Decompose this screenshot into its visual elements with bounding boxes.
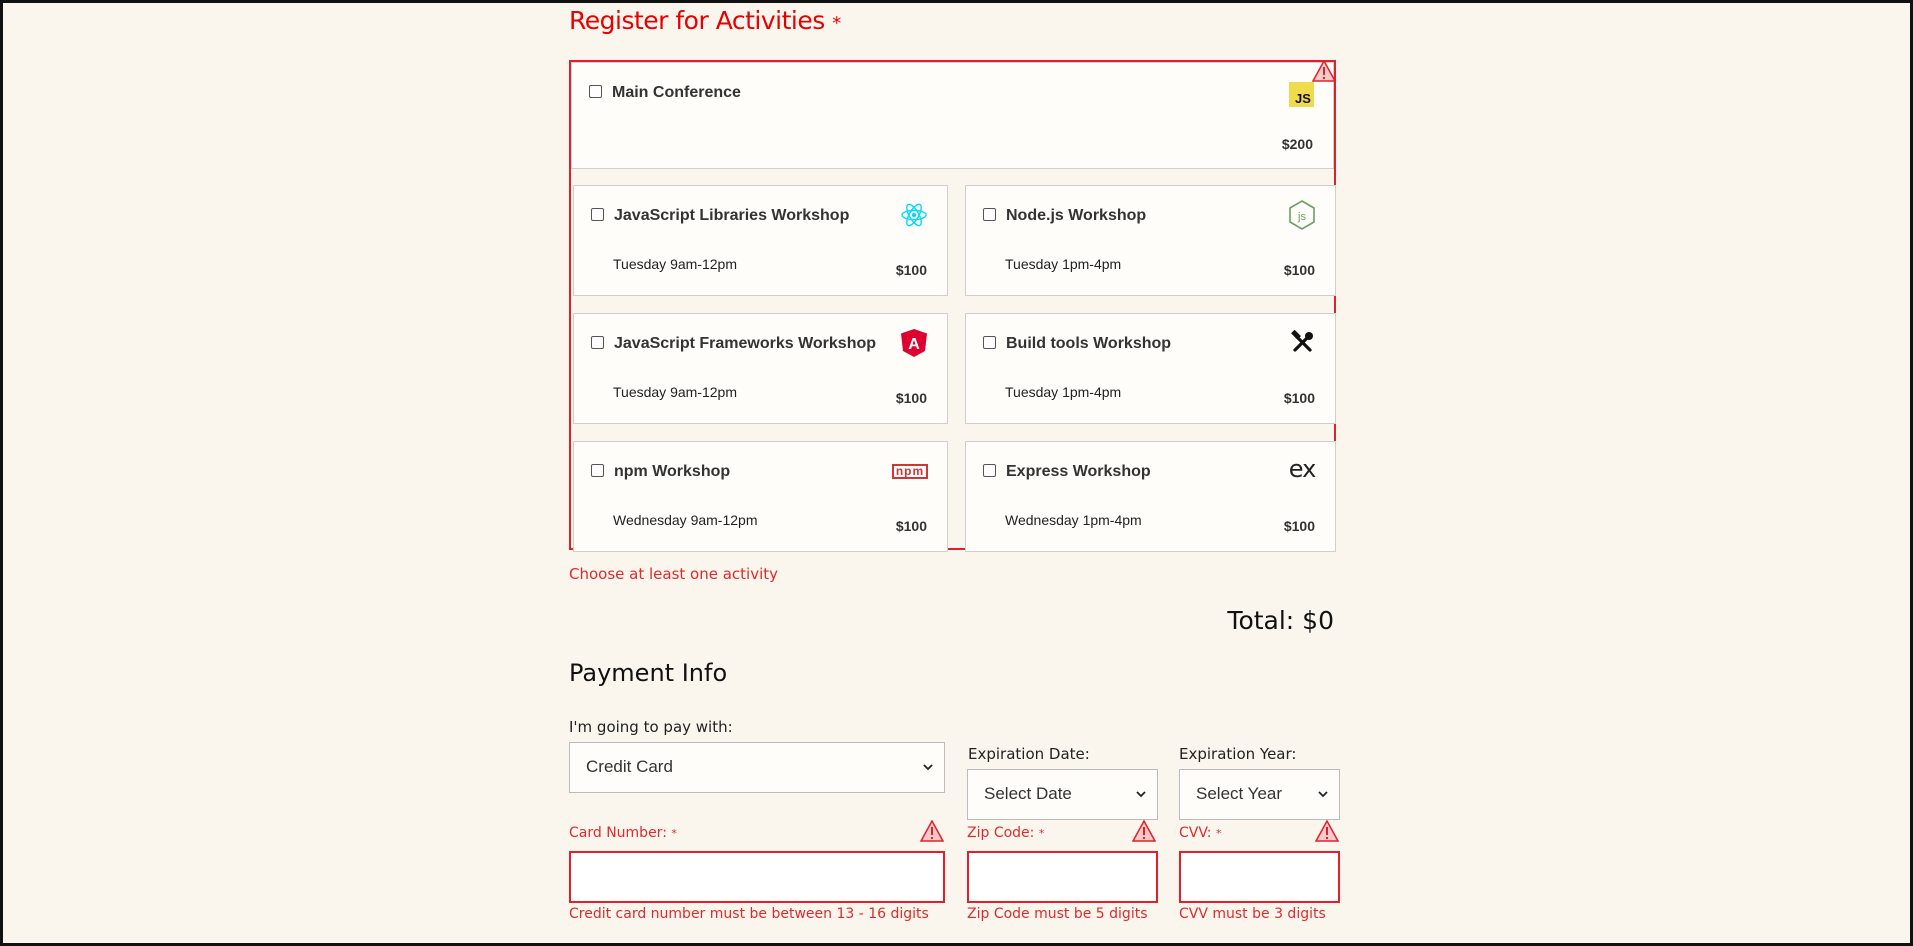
react-icon [899, 200, 929, 230]
angular-icon: A [899, 328, 929, 358]
warning-icon [920, 820, 944, 842]
activity-time: Tuesday 1pm-4pm [1005, 256, 1122, 272]
activity-checkbox[interactable] [983, 464, 996, 477]
activity-checkbox[interactable] [591, 208, 604, 221]
card-number-label: Card Number: * [569, 825, 677, 841]
tools-icon [1287, 328, 1317, 358]
warning-icon [1315, 820, 1339, 842]
activity-javascript-frameworks[interactable]: JavaScript Frameworks Workshop Tuesday 9… [573, 313, 948, 424]
activity-main-conference[interactable]: Main Conference $200 JS [571, 62, 1334, 169]
activity-time: Tuesday 9am-12pm [613, 256, 737, 272]
payment-method-value: Credit Card [586, 757, 673, 776]
activity-time: Wednesday 1pm-4pm [1005, 512, 1142, 528]
zip-code-label: Zip Code: * [967, 825, 1044, 841]
zip-code-input[interactable] [967, 851, 1158, 903]
required-mark: * [832, 13, 841, 34]
exp-year-value: Select Year [1196, 784, 1283, 803]
activity-cost: $100 [1283, 262, 1315, 278]
svg-text:A: A [908, 336, 920, 353]
npm-icon: npm [891, 456, 929, 486]
card-number-label-text: Card Number: [569, 825, 667, 841]
required-mark: * [671, 827, 677, 840]
activity-name: Build tools Workshop [1006, 335, 1172, 352]
activity-time: Tuesday 1pm-4pm [1005, 384, 1122, 400]
js-icon: JS [1289, 82, 1314, 107]
cvv-label-text: CVV: [1179, 825, 1212, 841]
activity-name: Express Workshop [1006, 463, 1151, 480]
exp-date-label: Expiration Date: [968, 745, 1090, 763]
zip-code-error: Zip Code must be 5 digits [967, 906, 1148, 922]
activity-name: JavaScript Libraries Workshop [614, 207, 850, 224]
exp-date-select[interactable]: Select Date [967, 769, 1158, 820]
payment-heading: Payment Info [569, 659, 728, 687]
exp-date-value: Select Date [984, 784, 1072, 803]
activity-javascript-libraries[interactable]: JavaScript Libraries Workshop Tuesday 9a… [573, 185, 948, 296]
exp-year-select[interactable]: Select Year [1179, 769, 1340, 820]
svg-text:js: js [1297, 211, 1306, 223]
activity-nodejs[interactable]: Node.js Workshop Tuesday 1pm-4pm $100 js [965, 185, 1336, 296]
activity-cost: $100 [895, 518, 927, 534]
npm-icon-text: npm [891, 463, 929, 479]
nodejs-icon: js [1287, 200, 1317, 230]
payment-method-select[interactable]: Credit Card [569, 742, 945, 793]
payment-method-label: I'm going to pay with: [569, 718, 733, 736]
activity-time: Tuesday 9am-12pm [613, 384, 737, 400]
exp-year-label: Expiration Year: [1179, 745, 1297, 763]
activity-cost: $100 [1283, 390, 1315, 406]
activity-name: JavaScript Frameworks Workshop [614, 335, 877, 352]
required-mark: * [1215, 827, 1222, 840]
activities-error: Choose at least one activity [569, 565, 779, 583]
main-conference-checkbox[interactable] [589, 85, 602, 98]
activity-checkbox[interactable] [591, 464, 604, 477]
activity-cost: $100 [895, 262, 927, 278]
total-cost: Total: $0 [1227, 606, 1334, 635]
activity-checkbox[interactable] [983, 336, 996, 349]
warning-icon [1312, 60, 1336, 82]
express-icon: ex [1287, 454, 1317, 484]
warning-icon [1132, 820, 1156, 842]
activity-cost: $100 [895, 390, 927, 406]
cvv-error: CVV must be 3 digits [1179, 906, 1326, 922]
activity-name: Node.js Workshop [1006, 207, 1147, 224]
chevron-down-icon [1136, 791, 1146, 798]
express-icon-text: ex [1288, 455, 1317, 483]
chevron-down-icon [923, 764, 933, 771]
cvv-input[interactable] [1179, 851, 1340, 903]
activity-cost: $100 [1283, 518, 1315, 534]
activity-checkbox[interactable] [983, 208, 996, 221]
activity-build-tools[interactable]: Build tools Workshop Tuesday 1pm-4pm $10… [965, 313, 1336, 424]
js-icon-text: JS [1295, 90, 1311, 106]
activity-checkbox[interactable] [591, 336, 604, 349]
card-number-input[interactable] [569, 851, 945, 903]
activities-box: Main Conference $200 JS JavaScript Libra… [569, 60, 1336, 552]
zip-code-label-text: Zip Code: [967, 825, 1035, 841]
chevron-down-icon [1318, 791, 1328, 798]
activity-cost: $200 [1281, 136, 1313, 152]
activity-time: Wednesday 9am-12pm [613, 512, 758, 528]
activities-heading: Register for Activities * [569, 6, 841, 35]
activity-npm[interactable]: npm Workshop Wednesday 9am-12pm $100 npm [573, 441, 948, 552]
cvv-label: CVV: * [1179, 825, 1221, 841]
required-mark: * [1038, 827, 1045, 840]
activities-title: Register for Activities [569, 6, 825, 35]
card-number-error: Credit card number must be between 13 - … [569, 906, 929, 922]
activity-express[interactable]: Express Workshop Wednesday 1pm-4pm $100 … [965, 441, 1336, 552]
activity-name: npm Workshop [614, 463, 731, 480]
activity-name: Main Conference [612, 84, 741, 101]
